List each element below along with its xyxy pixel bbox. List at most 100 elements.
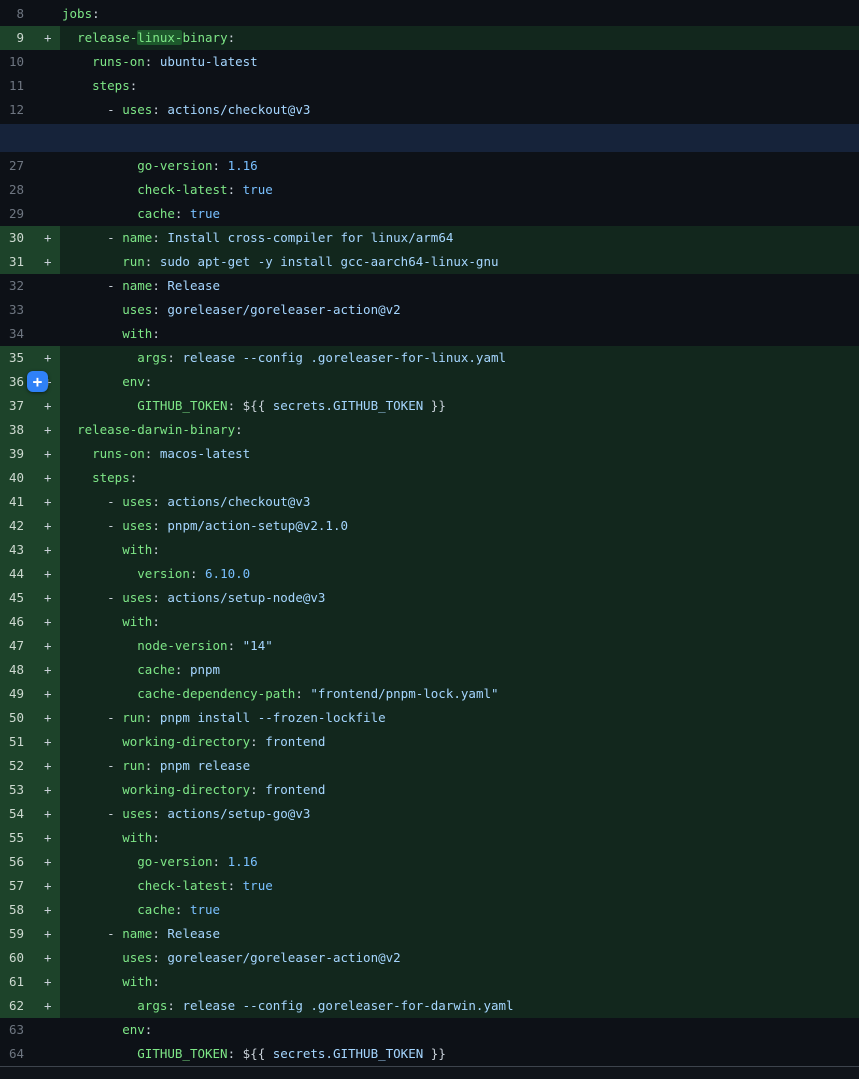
- code-token: -: [62, 494, 122, 509]
- code-token: [62, 326, 122, 341]
- line-number[interactable]: 57: [0, 874, 30, 898]
- line-number[interactable]: 29: [0, 202, 30, 226]
- diff-line: 49+ cache-dependency-path: "frontend/pnp…: [0, 682, 859, 706]
- line-number[interactable]: 42: [0, 514, 30, 538]
- line-number[interactable]: 10: [0, 50, 30, 74]
- code-token: node-version: [137, 638, 227, 653]
- line-number[interactable]: 31: [0, 250, 30, 274]
- diff-line: 50+ - run: pnpm install --frozen-lockfil…: [0, 706, 859, 730]
- add-comment-button[interactable]: +: [27, 371, 48, 392]
- line-number[interactable]: 40: [0, 466, 30, 490]
- line-number[interactable]: 52: [0, 754, 30, 778]
- diff-added-marker: +: [30, 346, 60, 370]
- code-line: - run: pnpm install --frozen-lockfile: [60, 706, 859, 730]
- line-number[interactable]: 56: [0, 850, 30, 874]
- line-gutter: 59+: [0, 922, 60, 946]
- line-number[interactable]: 39: [0, 442, 30, 466]
- line-gutter: 34: [0, 322, 60, 346]
- line-number[interactable]: 27: [0, 154, 30, 178]
- diff-line: 36+ env:+: [0, 370, 859, 394]
- line-number[interactable]: 50: [0, 706, 30, 730]
- line-gutter: 61+: [0, 970, 60, 994]
- line-number[interactable]: 49: [0, 682, 30, 706]
- code-token: pnpm/action-setup@v2.1.0: [167, 518, 348, 533]
- hunk-expander[interactable]: [0, 122, 859, 154]
- line-number[interactable]: 30: [0, 226, 30, 250]
- code-line: GITHUB_TOKEN: ${{ secrets.GITHUB_TOKEN }…: [60, 394, 859, 418]
- diff-line: 31+ run: sudo apt-get -y install gcc-aar…: [0, 250, 859, 274]
- line-number[interactable]: 62: [0, 994, 30, 1018]
- code-token: [62, 182, 137, 197]
- code-token: -: [62, 518, 122, 533]
- diff-line: 57+ check-latest: true: [0, 874, 859, 898]
- line-gutter: 27: [0, 154, 60, 178]
- code-token: -: [62, 590, 122, 605]
- code-token: :: [152, 590, 167, 605]
- code-token: args: [137, 350, 167, 365]
- code-line: cache: pnpm: [60, 658, 859, 682]
- line-number[interactable]: 47: [0, 634, 30, 658]
- line-number[interactable]: 32: [0, 274, 30, 298]
- diff-added-marker: +: [30, 682, 60, 706]
- code-token: -: [62, 758, 122, 773]
- line-number[interactable]: 48: [0, 658, 30, 682]
- line-number[interactable]: 63: [0, 1018, 30, 1042]
- line-number[interactable]: 64: [0, 1042, 30, 1066]
- code-token: with: [122, 974, 152, 989]
- diff-added-marker: +: [30, 922, 60, 946]
- line-number[interactable]: 9: [0, 26, 30, 50]
- code-token: :: [175, 206, 190, 221]
- diff-line: 44+ version: 6.10.0: [0, 562, 859, 586]
- line-number[interactable]: 36: [0, 370, 30, 394]
- code-token: -: [62, 230, 122, 245]
- diff-added-marker: +: [30, 586, 60, 610]
- line-number[interactable]: 61: [0, 970, 30, 994]
- line-number[interactable]: 37: [0, 394, 30, 418]
- code-token: ${{: [243, 1046, 273, 1061]
- line-number[interactable]: 60: [0, 946, 30, 970]
- diff-added-marker: +: [30, 706, 60, 730]
- line-number[interactable]: 54: [0, 802, 30, 826]
- code-token: true: [190, 206, 220, 221]
- diff-added-marker: +: [30, 514, 60, 538]
- code-line: run: sudo apt-get -y install gcc-aarch64…: [60, 250, 859, 274]
- line-gutter: 49+: [0, 682, 60, 706]
- line-number[interactable]: 35: [0, 346, 30, 370]
- line-number[interactable]: 58: [0, 898, 30, 922]
- line-number[interactable]: 53: [0, 778, 30, 802]
- code-token: check-latest: [137, 878, 227, 893]
- line-number[interactable]: 46: [0, 610, 30, 634]
- diff-line: 41+ - uses: actions/checkout@v3: [0, 490, 859, 514]
- code-token: :: [152, 102, 167, 117]
- diff-added-marker: +: [30, 730, 60, 754]
- code-token: env: [122, 374, 145, 389]
- line-number[interactable]: 28: [0, 178, 30, 202]
- code-line: - uses: actions/checkout@v3: [60, 490, 859, 514]
- line-number[interactable]: 33: [0, 298, 30, 322]
- code-token: actions/setup-go@v3: [167, 806, 310, 821]
- code-line: args: release --config .goreleaser-for-d…: [60, 994, 859, 1018]
- line-number[interactable]: 51: [0, 730, 30, 754]
- code-line: release-linux-binary:: [60, 26, 859, 50]
- code-token: :: [152, 518, 167, 533]
- line-number[interactable]: 11: [0, 74, 30, 98]
- line-number[interactable]: 12: [0, 98, 30, 122]
- line-number[interactable]: 43: [0, 538, 30, 562]
- line-number[interactable]: 59: [0, 922, 30, 946]
- line-number[interactable]: 34: [0, 322, 30, 346]
- line-number[interactable]: 55: [0, 826, 30, 850]
- line-number[interactable]: 45: [0, 586, 30, 610]
- line-gutter: 37+: [0, 394, 60, 418]
- code-token: :: [152, 806, 167, 821]
- code-line: cache: true: [60, 898, 859, 922]
- line-number[interactable]: 41: [0, 490, 30, 514]
- code-line: env:: [60, 370, 859, 394]
- line-gutter: 53+: [0, 778, 60, 802]
- diff-marker: [30, 74, 60, 98]
- line-number[interactable]: 38: [0, 418, 30, 442]
- line-number[interactable]: 44: [0, 562, 30, 586]
- line-number[interactable]: 8: [0, 2, 30, 26]
- code-token: runs-on: [92, 446, 145, 461]
- line-gutter: 47+: [0, 634, 60, 658]
- code-token: with: [122, 326, 152, 341]
